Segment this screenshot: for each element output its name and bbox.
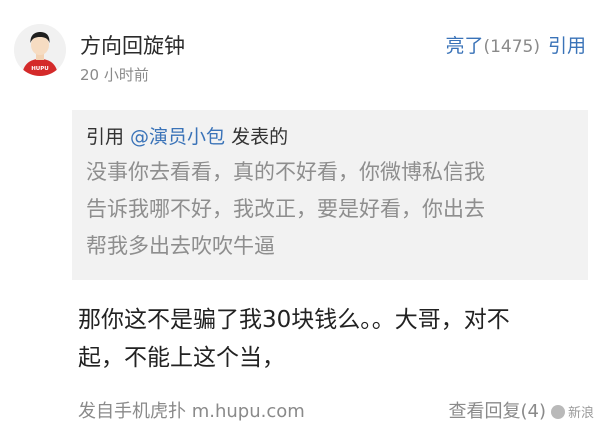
quote-header: 引用 @演员小包 发表的	[86, 122, 288, 149]
post-card: HUPU 方向回旋钟 20 小时前 亮了(1475) 引用 引用 @演员小包 发表…	[0, 0, 600, 438]
post-time: 20 小时前	[80, 66, 149, 84]
quote-reply-button[interactable]: 引用	[548, 35, 586, 57]
watermark-logo-icon	[550, 404, 565, 419]
avatar-text: HUPU	[31, 66, 49, 72]
light-button[interactable]: 亮了(1475)	[445, 35, 540, 57]
quoted-user-link[interactable]: @演员小包	[130, 126, 225, 148]
post-actions: 亮了(1475) 引用	[445, 31, 586, 58]
post-source: 发自手机虎扑 m.hupu.com	[78, 401, 305, 422]
quote-line: 告诉我哪不好，我改正，要是好看，你出去	[86, 197, 485, 221]
light-label: 亮了	[445, 35, 484, 57]
username[interactable]: 方向回旋钟	[80, 30, 185, 60]
quoted-post: 引用 @演员小包 发表的 没事你去看看，真的不好看，你微博私信我 告诉我哪不好，…	[72, 110, 588, 280]
reply-content: 那你这不是骗了我30块钱么。。大哥，对不 起，不能上这个当，	[78, 301, 588, 377]
quote-prefix: 引用	[86, 126, 131, 148]
reply-line: 起，不能上这个当，	[78, 345, 285, 371]
view-replies-link[interactable]: 查看回复(4)	[449, 397, 547, 423]
watermark-text: 新浪	[567, 406, 594, 421]
quote-body: 没事你去看看，真的不好看，你微博私信我 告诉我哪不好，我改正，要是好看，你出去 …	[86, 154, 578, 265]
avatar[interactable]: HUPU	[14, 24, 66, 76]
user-avatar-icon: HUPU	[14, 24, 66, 76]
quote-suffix: 发表的	[225, 126, 289, 148]
reply-line: 那你这不是骗了我30块钱么。。大哥，对不	[78, 307, 510, 333]
watermark: 新浪	[550, 402, 594, 421]
light-count: (1475)	[483, 37, 540, 57]
quote-line: 没事你去看看，真的不好看，你微博私信我	[86, 160, 485, 184]
quote-line: 帮我多出去吹吹牛逼	[86, 234, 275, 258]
